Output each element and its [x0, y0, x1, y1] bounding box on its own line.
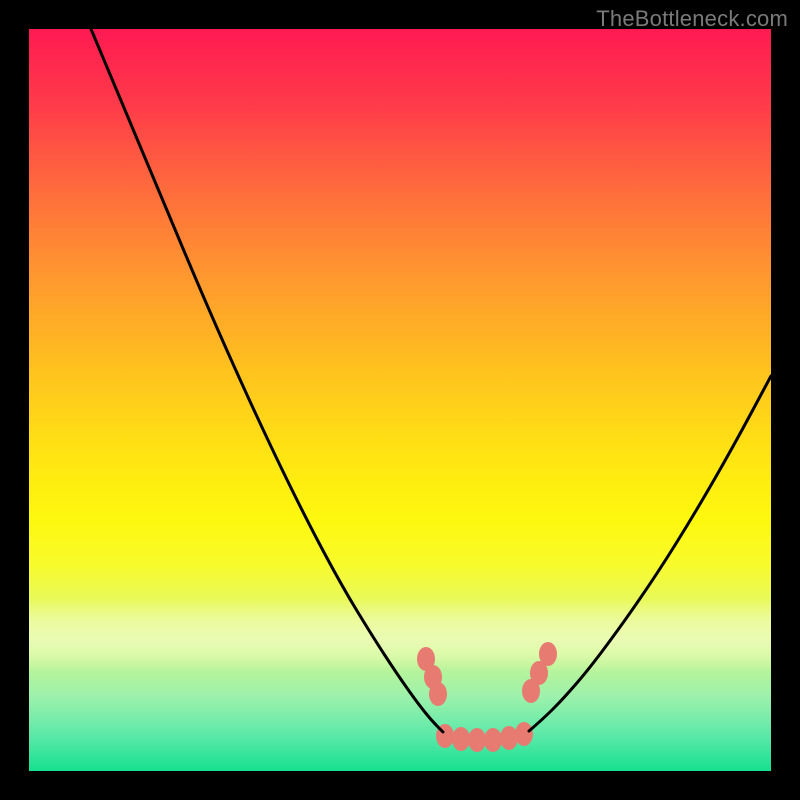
marker-dot — [539, 642, 557, 666]
markers-group — [417, 642, 557, 752]
marker-dot — [515, 722, 533, 746]
marker-dot — [452, 727, 470, 751]
chart-root: TheBottleneck.com — [0, 0, 800, 800]
curve-layer — [29, 29, 771, 771]
marker-dot — [468, 728, 486, 752]
marker-dot — [500, 726, 518, 750]
watermark-text: TheBottleneck.com — [596, 6, 788, 32]
marker-dot — [429, 682, 447, 706]
curve-right — [529, 376, 771, 731]
lines-group — [91, 29, 771, 732]
plot-area — [29, 29, 771, 771]
curve-left — [91, 29, 443, 732]
marker-dot — [484, 728, 502, 752]
